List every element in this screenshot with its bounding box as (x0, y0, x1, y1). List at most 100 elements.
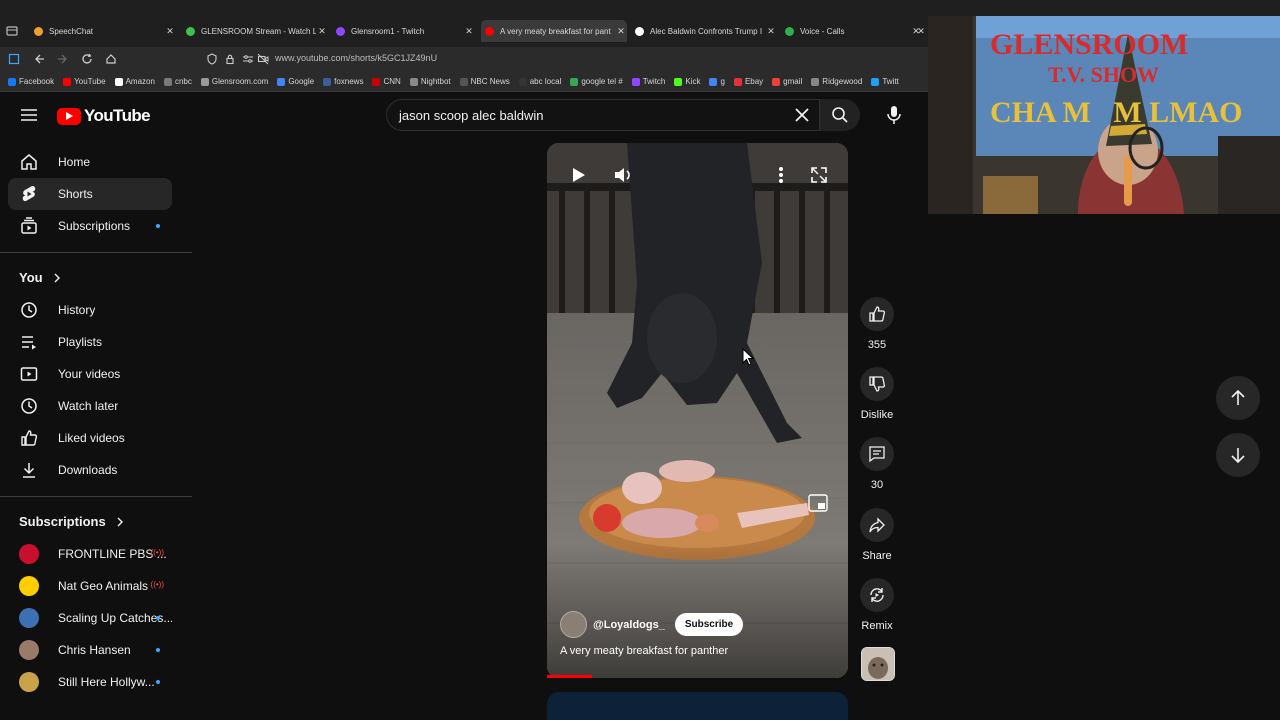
bookmark-item[interactable]: Facebook (8, 77, 54, 86)
bookmark-item[interactable]: Ridgewood (811, 77, 862, 86)
channel-avatar[interactable] (560, 611, 587, 638)
share-action: Share (858, 508, 896, 562)
volume-button[interactable] (608, 160, 638, 190)
dislike-button[interactable] (860, 367, 894, 401)
bookmark-icon (200, 77, 209, 86)
bookmark-label: Glensroom.com (211, 77, 269, 86)
mouse-cursor-icon (742, 348, 754, 366)
bookmark-item[interactable]: NBC News (459, 77, 510, 86)
bookmark-item[interactable]: abc local (518, 77, 561, 86)
bookmark-icon (372, 77, 381, 86)
video-progress-bar[interactable] (547, 675, 592, 678)
permissions-icon[interactable] (242, 53, 256, 67)
home-browser-icon[interactable] (105, 53, 119, 67)
bookmark-item[interactable]: Twitt (871, 77, 899, 86)
channel-name: Nat Geo Animals (58, 579, 149, 593)
sidebar-item-watch-later[interactable]: Watch later (8, 390, 172, 422)
sidebar-item-your-videos[interactable]: Your videos (8, 358, 172, 390)
more-options-button[interactable] (766, 160, 796, 190)
sidebar-item-subscriptions[interactable]: Subscriptions (8, 210, 172, 242)
bookmark-item[interactable]: gmail (772, 77, 802, 86)
share-button[interactable] (860, 508, 894, 542)
close-last-tab-icon[interactable]: ✕ (910, 26, 922, 37)
subscribe-button[interactable]: Subscribe (674, 613, 744, 636)
like-button[interactable] (860, 297, 894, 331)
bookmark-item[interactable]: Ebay (733, 77, 763, 86)
subscription-channel[interactable]: FRONTLINE PBS ... ((•)) (8, 538, 172, 570)
bookmark-item[interactable]: Twitch (631, 77, 665, 86)
bookmark-item[interactable]: Nightbot (409, 77, 451, 86)
voice-search-button[interactable] (876, 99, 912, 131)
subscription-channel[interactable]: Nat Geo Animals ((•)) (8, 570, 172, 602)
tab-close-icon[interactable]: ✕ (765, 26, 777, 37)
camera-off-icon[interactable] (257, 53, 271, 67)
tab-close-icon[interactable]: ✕ (615, 26, 627, 37)
audio-source-thumbnail[interactable] (861, 647, 895, 681)
short-title[interactable]: A very meaty breakfast for panther (560, 645, 728, 657)
bookmark-item[interactable]: cnbc (163, 77, 192, 86)
search-query[interactable]: jason scoop alec baldwin (399, 108, 544, 123)
sidebar-you-heading[interactable]: You (19, 270, 63, 285)
sidebar-subscriptions-heading[interactable]: Subscriptions (19, 514, 126, 529)
tab-close-icon[interactable]: ✕ (463, 26, 475, 37)
next-short-button[interactable] (1216, 433, 1260, 477)
bookmark-item[interactable]: Kick (674, 77, 700, 86)
sidebar-item-downloads[interactable]: Downloads (8, 454, 172, 486)
sidebar-item-label: Liked videos (58, 431, 125, 445)
play-button[interactable] (563, 160, 593, 190)
tab-actions-icon[interactable] (6, 25, 20, 39)
subscription-channel[interactable]: Scaling Up Catches... (8, 602, 172, 634)
sidebar-item-playlists[interactable]: Playlists (8, 326, 172, 358)
fullscreen-button[interactable] (804, 160, 834, 190)
sidebar-item-shorts[interactable]: Shorts (8, 178, 172, 210)
lock-icon[interactable] (224, 53, 238, 67)
sidebar-item-liked-videos[interactable]: Liked videos (8, 422, 172, 454)
browser-tab[interactable]: SpeechChat ✕ (30, 20, 176, 42)
next-short-preview[interactable] (547, 692, 848, 720)
bookmark-item[interactable]: Glensroom.com (200, 77, 269, 86)
back-icon[interactable] (33, 53, 47, 67)
subscription-channel[interactable]: Chris Hansen (8, 634, 172, 666)
sidebar-toggle-icon[interactable] (8, 53, 22, 67)
youtube-logo[interactable]: YouTube (57, 106, 151, 126)
channel-info: @Loyaldogs_ Subscribe (560, 611, 744, 638)
youtube-header: YouTube jason scoop alec baldwin (0, 92, 928, 140)
search-button[interactable] (820, 99, 860, 131)
subscription-channel[interactable]: Still Here Hollyw... (8, 666, 172, 698)
bookmark-item[interactable]: foxnews (323, 77, 363, 86)
tab-title: A very meaty breakfast for pant (500, 26, 611, 36)
forward-icon[interactable] (57, 53, 71, 67)
menu-icon[interactable] (18, 104, 40, 126)
browser-tab[interactable]: GLENSROOM Stream - Watch L ✕ (182, 20, 328, 42)
pip-button[interactable] (803, 488, 833, 518)
sidebar-item-label: Playlists (58, 335, 103, 349)
url-field[interactable]: www.youtube.com/shorts/k5GC1JZ49nU (275, 53, 437, 63)
comments-button[interactable] (860, 437, 894, 471)
browser-tab[interactable]: A very meaty breakfast for pant ✕ (481, 20, 627, 42)
bookmark-label: Nightbot (420, 77, 451, 86)
sidebar-item-home[interactable]: Home (8, 146, 172, 178)
bookmark-item[interactable]: YouTube (63, 77, 106, 86)
previous-short-button[interactable] (1216, 376, 1260, 420)
tab-close-icon[interactable]: ✕ (910, 20, 926, 42)
channel-name[interactable]: @Loyaldogs_ (593, 619, 665, 631)
browser-tab[interactable]: Glensroom1 - Twitch ✕ (332, 20, 475, 42)
browser-tab[interactable]: Voice - Calls ✕ (781, 20, 927, 42)
bookmark-item[interactable]: Google (277, 77, 314, 86)
sidebar-item-history[interactable]: History (8, 294, 172, 326)
reload-icon[interactable] (81, 53, 95, 67)
tab-close-icon[interactable]: ✕ (316, 26, 328, 37)
remix-button[interactable] (860, 578, 894, 612)
bookmark-icon (63, 77, 72, 86)
clear-search-icon[interactable] (793, 106, 811, 124)
browser-tab[interactable]: Alec Baldwin Confronts Trump I ✕ (631, 20, 777, 42)
bookmark-item[interactable]: g (709, 77, 725, 86)
bookmark-item[interactable]: google tel # (570, 77, 623, 86)
bookmark-icon (277, 77, 286, 86)
bookmark-item[interactable]: CNN (372, 77, 401, 86)
bookmark-item[interactable]: Amazon (114, 77, 155, 86)
search-input[interactable]: jason scoop alec baldwin (386, 99, 820, 131)
tab-close-icon[interactable]: ✕ (164, 26, 176, 37)
short-video-player[interactable] (547, 143, 848, 678)
shield-icon[interactable] (206, 53, 220, 67)
